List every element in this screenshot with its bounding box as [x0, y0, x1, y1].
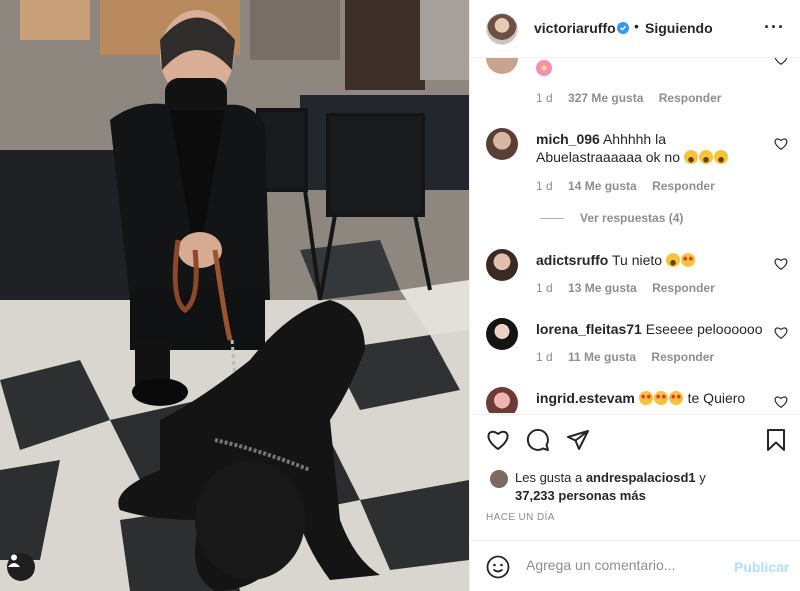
commenter-avatar[interactable]	[486, 387, 518, 413]
bookmark-icon[interactable]	[764, 428, 788, 452]
likes-suffix: y	[695, 470, 706, 485]
laughing-emoji-icon	[665, 253, 680, 267]
post-header: victoriaruffo • Siguiendo ···	[470, 0, 800, 58]
comment-age: 1 d	[536, 350, 553, 364]
post-timestamp[interactable]: HACE UN DÍA	[486, 512, 555, 523]
comment-text: Eseeee peloooooo	[645, 321, 763, 337]
comment-text: te Quiero	[687, 390, 746, 406]
commenter-avatar[interactable]	[486, 58, 518, 74]
action-bar	[470, 414, 800, 464]
commenter-username[interactable]: adictsruffo	[536, 252, 608, 268]
share-icon[interactable]	[566, 428, 590, 452]
comment-likes[interactable]: 13 Me gusta	[568, 281, 637, 295]
commenter-avatar[interactable]	[486, 318, 518, 350]
likes-summary: Les gusta a andrespalaciosd1 y 37,233 pe…	[486, 466, 786, 506]
commenter-username[interactable]: lorena_fleitas71	[536, 321, 642, 337]
comment-input[interactable]	[526, 557, 726, 573]
comment-composer: Publicar	[470, 540, 800, 591]
liker-avatar[interactable]	[490, 470, 508, 488]
commenter-username[interactable]: ingrid.estevam	[536, 390, 635, 406]
view-replies-button[interactable]: Ver respuestas (4)	[540, 211, 683, 225]
commenter-avatar[interactable]	[486, 128, 518, 160]
likes-prefix: Les gusta a	[515, 470, 586, 485]
commenter-avatar[interactable]	[486, 249, 518, 281]
star-eyes-emoji-icon	[668, 391, 683, 405]
flower-emoji-icon	[536, 60, 552, 76]
author-avatar[interactable]	[486, 13, 518, 45]
reply-button[interactable]: Responder	[652, 179, 715, 193]
comment-likes[interactable]: 11 Me gusta	[568, 350, 636, 364]
star-eyes-emoji-icon	[680, 253, 695, 267]
comment-likes[interactable]: 14 Me gusta	[568, 179, 637, 193]
like-comment-icon[interactable]	[774, 137, 788, 151]
laughing-emoji-icon	[683, 150, 698, 164]
comment-age: 1 d	[536, 91, 553, 105]
like-comment-icon[interactable]	[774, 326, 788, 340]
emoji-icon[interactable]	[486, 555, 510, 579]
comments-list[interactable]: 1 d 327 Me gusta Responder mich_096 Ahhh…	[470, 58, 800, 413]
following-button[interactable]: Siguiendo	[645, 20, 713, 36]
post-panel: victoriaruffo • Siguiendo ··· 1 d 327 Me…	[469, 0, 800, 591]
profile-icon[interactable]	[7, 553, 35, 581]
separator-dot: •	[634, 18, 639, 34]
post-image	[0, 0, 469, 591]
author-username[interactable]: victoriaruffo	[534, 20, 616, 36]
star-eyes-emoji-icon	[638, 391, 653, 405]
likes-count-button[interactable]: 37,233 personas más	[515, 488, 646, 503]
reply-button[interactable]: Responder	[651, 350, 714, 364]
comment-text: Tu nieto	[611, 252, 663, 268]
heart-icon[interactable]	[486, 428, 510, 452]
comment-likes[interactable]: 327 Me gusta	[568, 91, 643, 105]
star-eyes-emoji-icon	[653, 391, 668, 405]
like-comment-icon[interactable]	[774, 58, 788, 66]
like-comment-icon[interactable]	[774, 395, 788, 409]
liker-username[interactable]: andrespalaciosd1	[586, 470, 696, 485]
post-photo[interactable]	[0, 0, 469, 591]
laughing-emoji-icon	[713, 150, 728, 164]
reply-line	[540, 218, 564, 220]
commenter-username[interactable]: mich_096	[536, 131, 600, 147]
comment-icon[interactable]	[526, 428, 550, 452]
reply-button[interactable]: Responder	[652, 281, 715, 295]
publish-button[interactable]: Publicar	[734, 559, 789, 575]
more-horizontal-icon[interactable]: ···	[764, 18, 785, 36]
comment-age: 1 d	[536, 281, 553, 295]
laughing-emoji-icon	[698, 150, 713, 164]
like-comment-icon[interactable]	[774, 257, 788, 271]
comment-age: 1 d	[536, 179, 553, 193]
verified-badge-icon	[617, 22, 629, 34]
reply-button[interactable]: Responder	[659, 91, 722, 105]
